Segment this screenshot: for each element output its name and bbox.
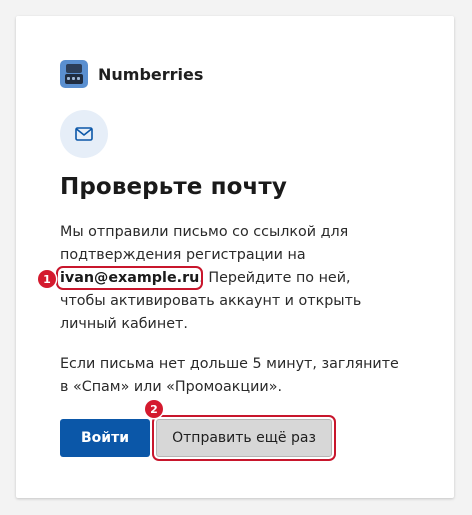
- confirmation-card: Numberries Проверьте почту Мы отправили …: [16, 16, 454, 498]
- annotation-marker-2: 2: [145, 400, 163, 418]
- brand: Numberries: [60, 60, 203, 88]
- annotation-marker-1: 1: [38, 270, 56, 288]
- brand-name: Numberries: [98, 64, 204, 84]
- calculator-icon: [60, 60, 88, 88]
- email-address: ivan@example.ru: [55, 266, 204, 290]
- login-button[interactable]: Войти: [60, 419, 150, 457]
- confirmation-message: Мы отправили письмо со ссылкой для подтв…: [55, 221, 390, 336]
- mail-badge: [60, 110, 108, 158]
- spam-hint: Если письма нет дольше 5 минут, заглянит…: [60, 356, 399, 395]
- message-text-start: Мы отправили письмо со ссылкой для подтв…: [60, 224, 349, 263]
- resend-button[interactable]: Отправить ещё раз: [152, 415, 336, 461]
- envelope-icon: [75, 127, 93, 141]
- page-title: Проверьте почту: [60, 174, 287, 200]
